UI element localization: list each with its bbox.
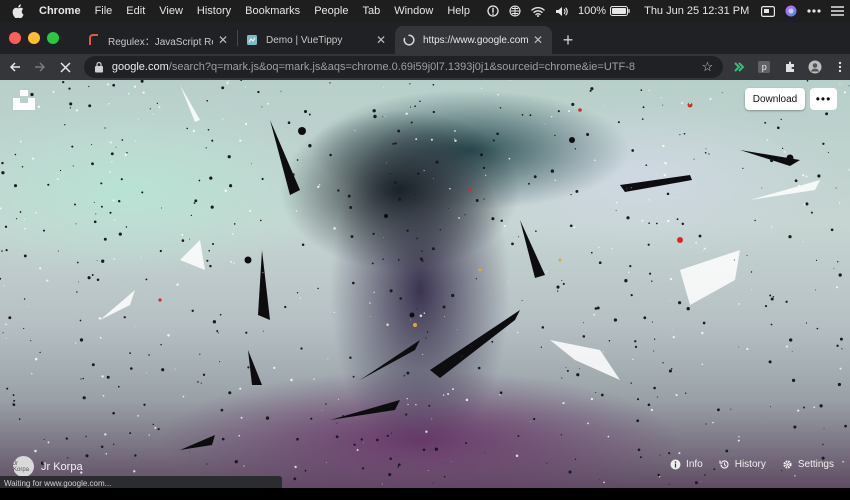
menu-view[interactable]: View [152, 5, 190, 17]
new-tab-button[interactable]: + [556, 26, 580, 54]
new-tab-background-image: Download ••• Jr Korpa Jr Korpa Info Hist… [0, 80, 850, 488]
forward-button[interactable] [29, 56, 50, 78]
menu-list-icon[interactable] [831, 6, 845, 16]
info-button[interactable]: Info [670, 459, 703, 470]
macos-menubar: Chrome File Edit View History Bookmarks … [0, 0, 850, 22]
history-icon [719, 460, 729, 469]
paint-splatter-artwork [0, 80, 850, 485]
tab-title: Demo | VueTippy [266, 34, 343, 46]
browser-tabstrip: Regulex：JavaScript Regular E ✕ Demo | Vu… [0, 22, 850, 54]
siri-icon[interactable] [785, 5, 797, 17]
battery-icon[interactable] [610, 6, 630, 16]
extensions-puzzle-icon[interactable] [780, 57, 799, 77]
loading-spinner-icon [403, 34, 415, 46]
author-avatar[interactable]: Jr Korpa [13, 456, 34, 477]
vuetippy-favicon-icon [246, 34, 258, 46]
url-path: /search?q=mark.js&oq=mark.js&aqs=chrome.… [168, 61, 635, 73]
tab-title: https://www.google.com/search [423, 34, 528, 46]
globe-icon[interactable] [509, 5, 521, 17]
settings-button[interactable]: Settings [782, 459, 834, 470]
menu-people[interactable]: People [307, 5, 355, 17]
download-button[interactable]: Download [745, 88, 805, 110]
menu-help[interactable]: Help [440, 5, 477, 17]
apple-logo-icon[interactable] [12, 4, 24, 18]
settings-label: Settings [797, 459, 834, 470]
zoom-window-button[interactable] [47, 32, 59, 44]
menu-file[interactable]: File [88, 5, 120, 17]
more-options-button[interactable]: ••• [810, 88, 837, 110]
history-button[interactable]: History [719, 459, 766, 470]
chrome-menu-icon[interactable] [831, 57, 850, 77]
tab-vuetippy[interactable]: Demo | VueTippy ✕ [238, 26, 395, 54]
url-host: google.com [111, 61, 169, 73]
history-label: History [734, 459, 766, 470]
unsplash-logo-icon[interactable] [12, 89, 36, 111]
battery-percentage: 100% [577, 5, 607, 17]
window-controls [0, 22, 80, 54]
control-center-icon[interactable] [807, 9, 821, 13]
back-button[interactable] [4, 56, 25, 78]
minimize-window-button[interactable] [28, 32, 40, 44]
window-bottom-edge [0, 488, 850, 500]
stop-loading-button[interactable] [55, 56, 76, 78]
tab-close-icon[interactable]: ✕ [217, 33, 229, 47]
tab-regulex[interactable]: Regulex：JavaScript Regular E ✕ [80, 26, 237, 54]
wifi-icon[interactable] [531, 6, 545, 17]
volume-icon[interactable] [555, 6, 568, 17]
info-label: Info [686, 459, 703, 470]
menu-app-name[interactable]: Chrome [32, 5, 88, 17]
info-circle-icon[interactable] [487, 5, 499, 17]
info-icon [670, 459, 681, 470]
photo-actions: Info History Settings [654, 459, 834, 470]
menu-bookmarks[interactable]: Bookmarks [238, 5, 307, 17]
close-window-button[interactable] [9, 32, 21, 44]
bookmark-star-icon[interactable]: ☆ [702, 59, 714, 75]
menubar-datetime[interactable]: Thu Jun 25 12:31 PM [644, 5, 749, 17]
extension-green-icon[interactable] [729, 57, 748, 77]
author-name[interactable]: Jr Korpa [41, 461, 83, 473]
menu-edit[interactable]: Edit [119, 5, 152, 17]
extension-p-icon[interactable]: p [755, 57, 774, 77]
profile-avatar-icon[interactable] [805, 57, 824, 77]
gear-icon [783, 460, 792, 469]
menu-tab[interactable]: Tab [355, 5, 387, 17]
tab-close-icon[interactable]: ✕ [375, 33, 387, 47]
lock-icon[interactable] [94, 61, 104, 73]
menu-history[interactable]: History [190, 5, 238, 17]
screen-mirror-icon[interactable] [761, 5, 776, 17]
tab-google-search[interactable]: https://www.google.com/search ✕ [395, 26, 552, 54]
photo-author[interactable]: Jr Korpa Jr Korpa [13, 456, 83, 477]
extension-p-label: p [758, 61, 771, 73]
tab-title: Regulex：JavaScript Regular E [108, 36, 213, 48]
tab-close-icon[interactable]: ✕ [532, 33, 544, 47]
regulex-favicon-icon [88, 34, 100, 46]
address-bar[interactable]: google.com /search?q=mark.js&oq=mark.js&… [83, 56, 724, 78]
browser-toolbar: google.com /search?q=mark.js&oq=mark.js&… [0, 54, 850, 80]
menu-window[interactable]: Window [387, 5, 440, 17]
